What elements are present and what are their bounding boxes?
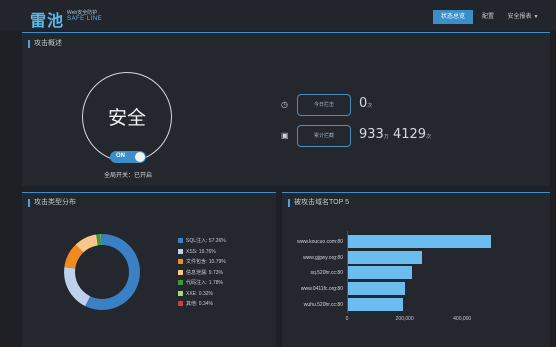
- legend-swatch: [178, 290, 183, 296]
- legend-swatch: [178, 259, 183, 265]
- legend-label: 代码注入: 1.78%: [186, 280, 223, 286]
- today-attacks-value: 0次: [359, 96, 372, 111]
- today-attacks-label: 今日拦击: [313, 102, 334, 108]
- bar: [347, 266, 412, 279]
- x-tick-label: 200,000: [395, 316, 414, 322]
- logo-brand: SAFE LINE: [67, 16, 103, 22]
- legend-swatch: [178, 238, 183, 244]
- total-attacks-value: 933万 4129次: [359, 127, 431, 142]
- total-attacks-label: 累计拦截: [313, 133, 334, 139]
- legend-label: 信息泄漏: 9.73%: [186, 269, 223, 276]
- nav-status-overview[interactable]: 状态总览: [433, 10, 473, 24]
- bar-label: www.koucuo.com:80: [297, 239, 343, 245]
- shield-icon: ▣: [281, 131, 289, 140]
- legend-item: 其他: 0.34%: [178, 300, 213, 308]
- panel-divider: [282, 192, 550, 193]
- legend-swatch: [178, 269, 183, 275]
- bar: [347, 235, 491, 248]
- bar-label: wuhu.520hr.cc:80: [303, 302, 343, 308]
- bar: [347, 251, 422, 264]
- toggle-label: ON: [116, 153, 125, 159]
- top-domains-title: 被攻击域名TOP 5: [288, 199, 349, 207]
- nav-config[interactable]: 配置: [478, 10, 498, 24]
- nav-label: 安全报表: [507, 14, 532, 20]
- global-switch-label: 全局开关：已开启: [103, 173, 152, 179]
- today-attacks-unit: 次: [367, 103, 373, 109]
- bar-label: sq.520hr.cc:80: [310, 270, 343, 276]
- legend-label: XSS: 19.76%: [186, 248, 216, 255]
- total-attacks-unit: 次: [426, 134, 432, 140]
- legend-label: SQL注入: 57.26%: [186, 238, 226, 244]
- logo-subtitle: Web安全防护: [67, 10, 98, 16]
- bar-label: www.gjgwy.org:80: [303, 255, 343, 261]
- attack-types-title: 攻击类型分布: [28, 199, 76, 207]
- toggle-knob: [135, 152, 145, 162]
- y-axis-line: [347, 231, 348, 313]
- chevron-down-icon: ▼: [533, 14, 539, 20]
- bar: [347, 298, 404, 311]
- legend-item: SQL注入: 57.26%: [178, 237, 226, 245]
- bar-label: www.0411fc.org:80: [300, 286, 343, 292]
- x-tick-label: 400,000: [453, 316, 472, 322]
- legend-item: 代码注入: 1.78%: [178, 279, 223, 287]
- legend-swatch: [178, 301, 183, 307]
- x-tick-label: 0: [345, 316, 349, 322]
- top-bar: 雷池 Web安全防护 SAFE LINE 状态总览 配置 安全报表 ▼: [0, 0, 556, 30]
- overview-title: 攻击概述: [28, 40, 62, 48]
- legend-label: XXE: 0.32%: [186, 290, 213, 297]
- total-attacks-wan: 933: [359, 127, 384, 142]
- legend-item: XSS: 19.76%: [178, 248, 216, 256]
- total-attacks-box: 累计拦截: [297, 125, 351, 147]
- nav-label: 状态总览: [440, 14, 465, 20]
- legend-swatch: [178, 248, 183, 254]
- legend-item: XXE: 0.32%: [178, 290, 213, 298]
- legend-item: 信息泄漏: 9.73%: [178, 269, 223, 277]
- legend-label: 文件包含: 10.79%: [186, 259, 226, 265]
- nav-security-report[interactable]: 安全报表 ▼: [502, 10, 544, 24]
- legend-swatch: [178, 280, 183, 286]
- today-attacks-box: 今日拦击: [297, 94, 351, 116]
- clock-icon: ◷: [281, 100, 288, 109]
- legend-item: 文件包含: 10.79%: [178, 258, 226, 266]
- attack-types-panel: 攻击类型分布: [22, 192, 276, 347]
- status-text: 安全: [107, 107, 146, 129]
- total-attacks-number: 4129: [392, 127, 427, 142]
- bar: [347, 282, 405, 295]
- total-attacks-wan-unit: 万: [383, 134, 389, 140]
- nav-label: 配置: [481, 14, 494, 20]
- global-toggle[interactable]: ON: [110, 151, 146, 163]
- legend-label: 其他: 0.34%: [186, 301, 213, 307]
- panel-divider: [22, 192, 276, 193]
- logo: 雷池: [30, 11, 65, 30]
